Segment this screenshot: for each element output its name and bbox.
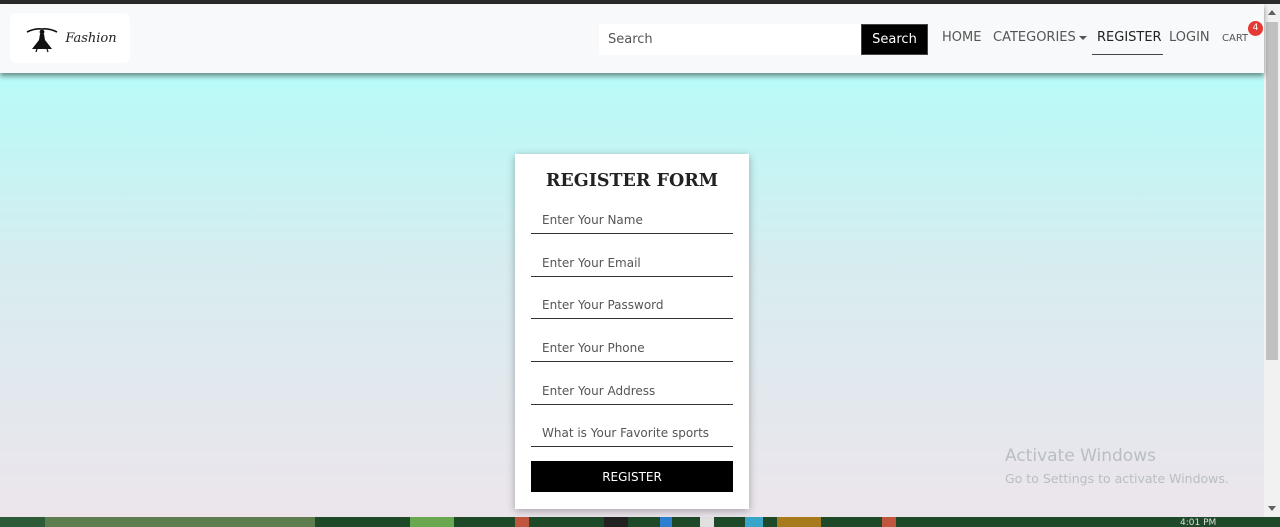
watermark-title: Activate Windows (1005, 446, 1156, 466)
address-field[interactable] (531, 377, 733, 405)
taskbar-app-icon[interactable] (515, 517, 529, 527)
start-button[interactable] (0, 517, 45, 527)
search-input[interactable] (599, 24, 861, 55)
brand-logo-text: Fashion (65, 30, 117, 46)
fashion-figure-icon (26, 28, 58, 53)
taskbar-app-icon[interactable] (745, 517, 763, 527)
nav-cart-link[interactable]: CART (1222, 33, 1248, 44)
email-field[interactable] (531, 249, 733, 277)
caret-down-icon (1078, 35, 1087, 40)
activate-windows-watermark: Activate Windows Go to Settings to activ… (1005, 446, 1229, 486)
taskbar-app-icon[interactable] (700, 517, 714, 527)
brand-logo[interactable]: Fashion (10, 13, 130, 63)
active-nav-indicator (1092, 54, 1163, 55)
taskbar-app-icon[interactable] (777, 517, 821, 527)
watermark-subtitle: Go to Settings to activate Windows. (1005, 471, 1229, 486)
scroll-down-arrow-icon[interactable] (1264, 500, 1280, 517)
taskbar-app-icon[interactable] (410, 517, 454, 527)
name-field[interactable] (531, 206, 733, 234)
register-submit-button[interactable]: REGISTER (531, 461, 733, 492)
taskbar-app-icon[interactable] (604, 517, 628, 527)
phone-field[interactable] (531, 334, 733, 362)
favorite-sports-field[interactable] (531, 419, 733, 447)
taskbar-search-box[interactable] (45, 517, 315, 527)
nav-home-link[interactable]: HOME (942, 30, 981, 45)
scroll-up-arrow-icon[interactable] (1264, 4, 1280, 21)
taskbar-app-icon[interactable] (660, 517, 672, 527)
nav-login-link[interactable]: LOGIN (1169, 30, 1210, 45)
nav-categories-label: CATEGORIES (993, 30, 1076, 45)
vertical-scrollbar[interactable] (1264, 4, 1280, 517)
windows-taskbar: 4:01 PM (0, 517, 1280, 527)
cart-count-badge: 4 (1248, 21, 1263, 36)
nav-categories-dropdown[interactable]: CATEGORIES (993, 30, 1087, 45)
navbar: Fashion Search HOME CATEGORIES REGISTER … (0, 4, 1264, 73)
password-field[interactable] (531, 291, 733, 319)
scrollbar-thumb[interactable] (1266, 22, 1278, 360)
taskbar-app-icon[interactable] (882, 517, 896, 527)
search-button[interactable]: Search (861, 24, 928, 55)
taskbar-clock[interactable]: 4:01 PM (1180, 519, 1216, 527)
nav-register-link[interactable]: REGISTER (1097, 30, 1162, 45)
register-form: REGISTER FORM REGISTER (515, 154, 749, 509)
form-title: REGISTER FORM (545, 171, 719, 191)
